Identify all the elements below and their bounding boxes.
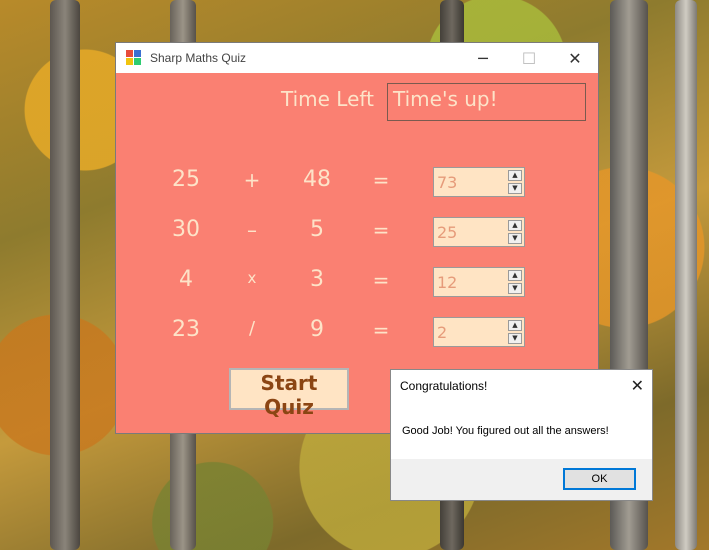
decrement-arrow-icon[interactable]: ▼: [508, 183, 522, 194]
product-answer-value[interactable]: 12: [437, 273, 457, 292]
background-tree-trunk: [675, 0, 697, 550]
addend-right: 48: [303, 167, 331, 192]
difference-answer-stepper[interactable]: 25 ▲ ▼: [433, 217, 525, 247]
equals-sign: =: [372, 318, 390, 342]
congratulations-dialog: Congratulations! ✕ Good Job! You figured…: [390, 369, 653, 501]
maximize-button[interactable]: ☐: [506, 43, 552, 73]
background-tree-trunk: [50, 0, 80, 550]
equals-sign: =: [372, 168, 390, 192]
divide-sign: /: [248, 318, 256, 339]
window-title: Sharp Maths Quiz: [150, 51, 247, 65]
dividend: 23: [172, 317, 200, 342]
plus-sign: +: [243, 168, 261, 192]
equals-sign: =: [372, 218, 390, 242]
times-sign: x: [247, 269, 257, 287]
minimize-button[interactable]: ─: [460, 43, 506, 73]
multiplicand: 4: [179, 267, 193, 292]
ok-button[interactable]: OK: [563, 468, 636, 490]
increment-arrow-icon[interactable]: ▲: [508, 320, 522, 331]
increment-arrow-icon[interactable]: ▲: [508, 220, 522, 231]
difference-answer-value[interactable]: 25: [437, 223, 457, 242]
title-bar[interactable]: Sharp Maths Quiz ─ ☐ ✕: [116, 43, 598, 73]
multiplier: 3: [310, 267, 324, 292]
dialog-footer: OK: [391, 459, 652, 500]
addend-left: 25: [172, 167, 200, 192]
quotient-answer-value[interactable]: 2: [437, 323, 447, 342]
time-left-label: Time Left: [281, 87, 374, 111]
quotient-answer-stepper[interactable]: 2 ▲ ▼: [433, 317, 525, 347]
product-answer-stepper[interactable]: 12 ▲ ▼: [433, 267, 525, 297]
minuend: 30: [172, 217, 200, 242]
decrement-arrow-icon[interactable]: ▼: [508, 233, 522, 244]
start-quiz-button[interactable]: Start Quiz: [229, 368, 349, 419]
subtrahend: 5: [310, 217, 324, 242]
dialog-message: Good Job! You figured out all the answer…: [402, 425, 609, 437]
close-button[interactable]: ✕: [552, 43, 598, 73]
app-icon: [126, 50, 142, 66]
minus-sign: –: [247, 218, 257, 242]
increment-arrow-icon[interactable]: ▲: [508, 170, 522, 181]
decrement-arrow-icon[interactable]: ▼: [508, 283, 522, 294]
equals-sign: =: [372, 268, 390, 292]
decrement-arrow-icon[interactable]: ▼: [508, 333, 522, 344]
close-icon[interactable]: ✕: [631, 376, 644, 396]
divisor: 9: [310, 317, 324, 342]
increment-arrow-icon[interactable]: ▲: [508, 270, 522, 281]
sum-answer-stepper[interactable]: 73 ▲ ▼: [433, 167, 525, 197]
dialog-title: Congratulations!: [400, 379, 488, 393]
sum-answer-value[interactable]: 73: [437, 173, 457, 192]
time-left-display: Time's up!: [387, 83, 586, 121]
